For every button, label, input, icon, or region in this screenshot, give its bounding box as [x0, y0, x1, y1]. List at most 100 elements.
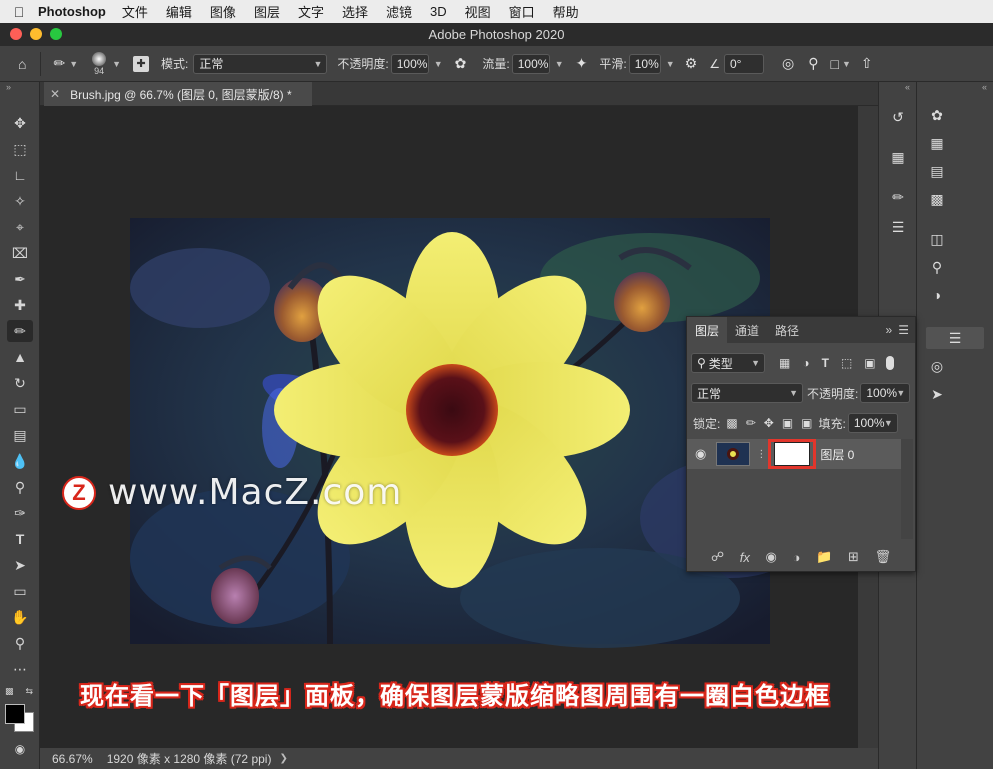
magic-wand-tool-icon[interactable]: ✧ [7, 190, 33, 212]
history-brush-tool-icon[interactable]: ↻ [7, 372, 33, 394]
swatches-panel-icon[interactable]: ▦ [924, 132, 950, 154]
blur-tool-icon[interactable]: 💧 [7, 450, 33, 472]
path-selection-tool-icon[interactable]: ➤ [7, 554, 33, 576]
lock-artboard-icon[interactable]: ▣ [782, 416, 793, 430]
collapse-icon[interactable]: « [905, 82, 910, 92]
pressure-size-icon[interactable]: ◎ [782, 55, 794, 72]
brush-size-picker[interactable]: 94 [92, 51, 107, 76]
brush-panel-icon[interactable]: ✏ [885, 186, 911, 208]
angle-input[interactable]: 0° [723, 53, 764, 74]
link-layers-icon[interactable]: ☍ [711, 549, 724, 565]
new-adjustment-icon[interactable]: ◑ [793, 550, 801, 565]
home-icon[interactable]: ⌂ [18, 56, 26, 72]
layer-name[interactable]: 图层 0 [820, 446, 854, 463]
opacity-input[interactable]: 100% [390, 53, 429, 74]
blend-mode-select[interactable]: 正常 ▼ [691, 383, 803, 403]
chevron-down-icon[interactable]: ▼ [842, 59, 851, 69]
stamp-tool-icon[interactable]: ▲ [7, 346, 33, 368]
color-panel-icon[interactable]: ✿ [924, 104, 950, 126]
paths-panel-icon[interactable]: ➤ [924, 383, 950, 405]
mode-select[interactable]: 正常 ▼ [193, 53, 328, 74]
filter-pixel-icon[interactable]: ▦ [779, 356, 790, 370]
brush-settings-icon[interactable]: ✚ [133, 55, 150, 72]
zoom-level[interactable]: 66.67% [52, 752, 93, 766]
tab-channels[interactable]: 通道 [727, 317, 767, 343]
chevron-right-icon[interactable]: ❯ [279, 753, 287, 764]
eye-visibility-icon[interactable]: ◉ [695, 446, 706, 462]
zoom-tool-icon[interactable]: ⚲ [7, 632, 33, 654]
trash-icon[interactable]: 🗑 [875, 549, 892, 565]
filter-adjustment-icon[interactable]: ◑ [802, 356, 809, 370]
add-mask-icon[interactable]: ◉ [766, 549, 777, 565]
patterns-panel-icon[interactable]: ▩ [924, 188, 950, 210]
chevron-down-icon[interactable]: ▼ [555, 59, 564, 69]
adjustments-panel-icon[interactable]: ◑ [924, 284, 950, 306]
zoom-window-button[interactable] [50, 28, 62, 40]
quick-mask-icon[interactable]: ◉ [7, 738, 33, 760]
lock-position-icon[interactable]: ✥ [764, 416, 774, 430]
brush-preset-icon[interactable]: ✏ [53, 55, 65, 72]
filter-kind-select[interactable]: ⚲ 类型 ▼ [691, 353, 765, 373]
lasso-tool-icon[interactable]: ∟ [7, 164, 33, 186]
type-tool-icon[interactable]: T [7, 528, 33, 550]
lock-transparent-icon[interactable]: ▩ [726, 416, 737, 430]
chevron-down-icon[interactable]: ▼ [69, 59, 78, 69]
learn-panel-icon[interactable]: ⚲ [924, 256, 950, 278]
menu-view[interactable]: 视图 [465, 2, 491, 21]
flow-input[interactable]: 100% [511, 53, 550, 74]
brush-settings-panel-icon[interactable]: ☰ [885, 216, 911, 238]
frame-tool-icon[interactable]: ⌧ [7, 242, 33, 264]
workspace-icon[interactable]: □ [830, 56, 838, 72]
filter-shape-icon[interactable]: ⬚ [841, 356, 852, 370]
mask-link-icon[interactable]: ⋮ [756, 449, 766, 460]
menu-image[interactable]: 图像 [210, 2, 236, 21]
menu-app-name[interactable]: Photoshop [38, 4, 106, 19]
eyedropper-tool-icon[interactable]: ✒ [7, 268, 33, 290]
gradients-panel-icon[interactable]: ▤ [924, 160, 950, 182]
filter-type-icon[interactable]: T [822, 356, 829, 370]
chevron-down-icon[interactable]: ▼ [434, 59, 443, 69]
menu-type[interactable]: 文字 [298, 2, 324, 21]
collapse-icon[interactable]: » [886, 323, 893, 337]
move-tool-icon[interactable]: ✥ [7, 112, 33, 134]
filter-toggle[interactable] [885, 356, 894, 370]
document-tab[interactable]: ✕ Brush.jpg @ 66.7% (图层 0, 图层蒙版/8) * [44, 82, 312, 106]
layers-scrollbar[interactable] [901, 439, 913, 539]
gear-icon[interactable]: ⚙ [685, 55, 698, 72]
brush-tool-icon[interactable]: ✏ [7, 320, 33, 342]
history-panel-icon[interactable]: ↺ [885, 106, 911, 128]
layer-row[interactable]: ◉ ⋮ 图层 0 [687, 439, 901, 469]
lock-image-icon[interactable]: ✏ [746, 416, 756, 430]
eraser-tool-icon[interactable]: ▭ [7, 398, 33, 420]
menu-layer[interactable]: 图层 [254, 2, 280, 21]
pressure-opacity-icon[interactable]: ✿ [455, 55, 467, 72]
layer-opacity-input[interactable]: 100% ▼ [860, 383, 911, 403]
close-icon[interactable]: ✕ [50, 87, 60, 101]
layer-thumbnail[interactable] [716, 442, 751, 466]
swap-colors-icon[interactable]: ⇆ [25, 686, 33, 696]
apple-icon[interactable]:  [0, 4, 38, 20]
dodge-tool-icon[interactable]: ⚲ [7, 476, 33, 498]
3d-panel-icon[interactable]: ▦ [885, 146, 911, 168]
filter-smart-object-icon[interactable]: ▣ [864, 356, 875, 370]
layer-mask-thumbnail[interactable] [774, 442, 811, 466]
color-reset-swap[interactable]: ▩ ⇆ [5, 686, 33, 696]
panel-menu-icon[interactable]: ☰ [898, 323, 909, 337]
share-icon[interactable]: ⇧ [861, 55, 873, 72]
layers-panel-icon[interactable]: ☰ [926, 327, 984, 349]
healing-brush-tool-icon[interactable]: ✚ [7, 294, 33, 316]
menu-select[interactable]: 选择 [342, 2, 368, 21]
foreground-color-swatch[interactable] [5, 704, 25, 724]
rectangle-tool-icon[interactable]: ▭ [7, 580, 33, 602]
smoothing-input[interactable]: 10% [628, 53, 661, 74]
collapse-icon[interactable]: « [982, 82, 987, 92]
chevron-down-icon[interactable]: ▼ [112, 59, 121, 69]
gradient-tool-icon[interactable]: ▤ [7, 424, 33, 446]
channels-panel-icon[interactable]: ◎ [924, 355, 950, 377]
pen-tool-icon[interactable]: ✑ [7, 502, 33, 524]
marquee-tool-icon[interactable]: ⬚ [7, 138, 33, 160]
lock-all-icon[interactable]: ▣ [801, 416, 812, 430]
menu-window[interactable]: 窗口 [509, 2, 535, 21]
more-tools-icon[interactable]: ⋯ [7, 658, 33, 680]
new-group-icon[interactable]: 📁 [816, 549, 832, 565]
